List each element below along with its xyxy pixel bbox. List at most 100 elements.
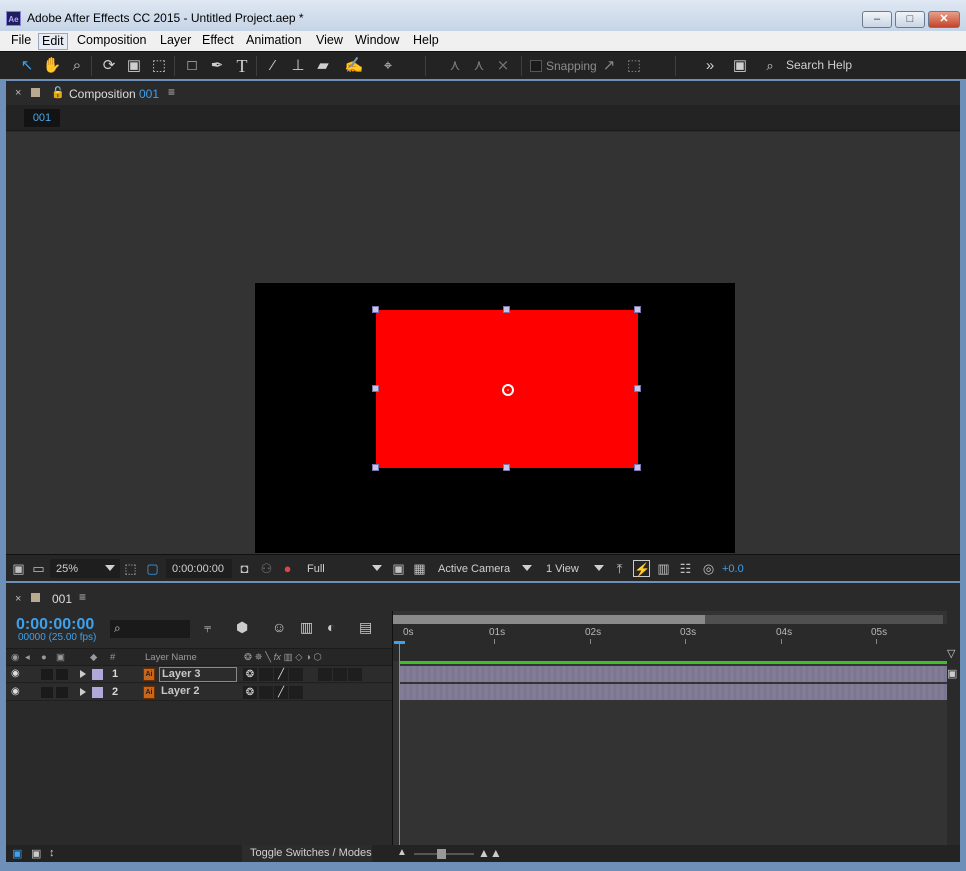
- camera-tool-icon[interactable]: ▣: [124, 56, 144, 76]
- transform-handle[interactable]: [634, 385, 641, 392]
- composition-canvas[interactable]: [255, 283, 735, 553]
- layer-name[interactable]: Layer 3: [159, 667, 237, 682]
- local-axis-icon[interactable]: ⋏: [445, 56, 465, 76]
- zoom-tool-icon[interactable]: ⌕: [67, 56, 87, 76]
- layer-label-color[interactable]: [92, 669, 103, 680]
- selection-tool-icon[interactable]: ↖: [17, 56, 37, 76]
- composition-viewer[interactable]: [6, 132, 960, 554]
- zoom-in-icon[interactable]: ▲▲: [478, 846, 502, 860]
- menu-window[interactable]: Window: [352, 33, 402, 50]
- snapping-checkbox[interactable]: [530, 60, 542, 72]
- sync-settings-icon[interactable]: ▣: [730, 56, 750, 76]
- expand-chevron-icon[interactable]: »: [700, 56, 720, 76]
- graph-editor-icon[interactable]: ▤: [359, 619, 372, 636]
- reset-exposure-icon[interactable]: ◎: [700, 560, 717, 577]
- lock-toggle[interactable]: [56, 669, 68, 680]
- text-tool-icon[interactable]: T: [232, 56, 252, 76]
- layer-duration-bar[interactable]: [399, 684, 947, 700]
- clone-stamp-tool-icon[interactable]: ⊥: [288, 56, 308, 76]
- effect-switch[interactable]: [289, 668, 303, 681]
- pan-behind-tool-icon[interactable]: ⬚: [149, 56, 169, 76]
- puppet-pin-tool-icon[interactable]: ⌖: [378, 56, 398, 76]
- always-preview-icon[interactable]: ▣: [10, 560, 27, 577]
- red-solid-layer[interactable]: [372, 306, 641, 471]
- lock-icon[interactable]: 🔓: [51, 86, 65, 99]
- view-layout-dropdown[interactable]: 1 View: [546, 563, 579, 575]
- current-time-display[interactable]: 0:00:00:00: [172, 563, 224, 575]
- camera-view-dropdown[interactable]: Active Camera: [438, 563, 510, 575]
- comp-nav-tab[interactable]: 001: [24, 109, 60, 127]
- comp-marker-icon[interactable]: ▽: [947, 647, 960, 664]
- in-out-pane-icon[interactable]: ↕: [49, 847, 55, 859]
- lock-toggle[interactable]: [56, 687, 68, 698]
- timeline-tab-name[interactable]: 001: [52, 592, 72, 606]
- hand-tool-icon[interactable]: ✋: [42, 56, 62, 76]
- modes-pane-icon[interactable]: ▣: [31, 847, 41, 860]
- collapse-switch[interactable]: [259, 668, 273, 681]
- time-zoom-thumb[interactable]: [437, 849, 446, 859]
- transform-handle[interactable]: [634, 306, 641, 313]
- title-action-safe-icon[interactable]: ⬚: [122, 560, 139, 577]
- eye-icon[interactable]: ◉: [11, 669, 23, 679]
- menu-edit[interactable]: Edit: [38, 33, 68, 50]
- menu-layer[interactable]: Layer: [157, 33, 194, 50]
- solo-toggle[interactable]: [41, 687, 53, 698]
- maximize-button[interactable]: □: [895, 11, 925, 28]
- exposure-value[interactable]: +0.0: [722, 563, 744, 575]
- frame-blending-icon[interactable]: ▥: [300, 619, 313, 636]
- expand-triangle-icon[interactable]: [80, 670, 86, 678]
- pen-tool-icon[interactable]: ✒: [207, 56, 227, 76]
- rotation-tool-icon[interactable]: ⟳: [99, 56, 119, 76]
- close-tab-icon[interactable]: ×: [15, 593, 21, 605]
- effect-switch[interactable]: [289, 686, 303, 699]
- snap-features-icon[interactable]: ⬚: [624, 56, 644, 76]
- work-area-bar[interactable]: [393, 615, 705, 624]
- layer-search-input[interactable]: ⌕: [110, 620, 190, 638]
- snap-edges-icon[interactable]: ↗: [599, 56, 619, 76]
- quality-switch-icon[interactable]: ╱: [274, 668, 288, 681]
- shy-switch-icon[interactable]: ❂: [243, 668, 257, 681]
- keyframe-nav-icon[interactable]: ▣: [947, 667, 960, 684]
- layer-label-color[interactable]: [92, 687, 103, 698]
- transform-handle[interactable]: [372, 385, 379, 392]
- menu-help[interactable]: Help: [410, 33, 442, 50]
- mask-visibility-icon[interactable]: ▢: [144, 560, 161, 577]
- adjustment-switch[interactable]: [333, 668, 347, 681]
- minimize-button[interactable]: –: [862, 11, 892, 28]
- composition-mini-flowchart-icon[interactable]: ⫧: [204, 620, 211, 636]
- transform-handle[interactable]: [503, 464, 510, 471]
- roto-brush-tool-icon[interactable]: ✍: [344, 56, 364, 76]
- transform-handle[interactable]: [503, 306, 510, 313]
- layer-name[interactable]: Layer 2: [159, 685, 237, 700]
- motion-blur-icon[interactable]: ◐: [327, 619, 335, 635]
- layer-row[interactable]: ◉ 1 Ai Layer 3 ❂ ╱: [6, 666, 392, 683]
- rectangle-tool-icon[interactable]: □: [182, 56, 202, 76]
- anchor-point-icon[interactable]: [502, 384, 514, 396]
- eraser-tool-icon[interactable]: ▰: [313, 56, 333, 76]
- eye-icon[interactable]: ◉: [11, 687, 23, 697]
- transform-handle[interactable]: [372, 464, 379, 471]
- composition-name[interactable]: 001: [139, 87, 159, 101]
- toggle-switches-modes-button[interactable]: Toggle Switches / Modes: [250, 847, 372, 859]
- search-help-field[interactable]: Search Help: [786, 58, 852, 72]
- toggle-pixel-aspect-icon[interactable]: ⤒: [611, 560, 628, 577]
- solo-toggle[interactable]: [41, 669, 53, 680]
- fast-previews-icon[interactable]: ⚡: [633, 560, 650, 577]
- menu-animation[interactable]: Animation: [243, 33, 305, 50]
- menu-composition[interactable]: Composition: [74, 33, 149, 50]
- draft-3d-icon[interactable]: ⬢: [236, 619, 248, 636]
- layer-switches-pane-icon[interactable]: ▣: [12, 847, 22, 860]
- zoom-out-icon[interactable]: ▲: [397, 847, 407, 858]
- shy-switch-icon[interactable]: ❂: [243, 686, 257, 699]
- close-window-button[interactable]: ✕: [928, 11, 960, 28]
- flowchart-icon[interactable]: ☷: [677, 560, 694, 577]
- transform-handle[interactable]: [372, 306, 379, 313]
- layer-row[interactable]: ◉ 2 Ai Layer 2 ❂ ╱: [6, 684, 392, 701]
- panel-menu-icon[interactable]: ≡: [168, 85, 175, 99]
- menu-effect[interactable]: Effect: [199, 33, 237, 50]
- monitor-icon[interactable]: ▭: [30, 560, 47, 577]
- timeline-icon[interactable]: ▥: [655, 560, 672, 577]
- menu-file[interactable]: File: [8, 33, 34, 50]
- menu-view[interactable]: View: [313, 33, 346, 50]
- shy-layers-icon[interactable]: ☺: [272, 619, 286, 635]
